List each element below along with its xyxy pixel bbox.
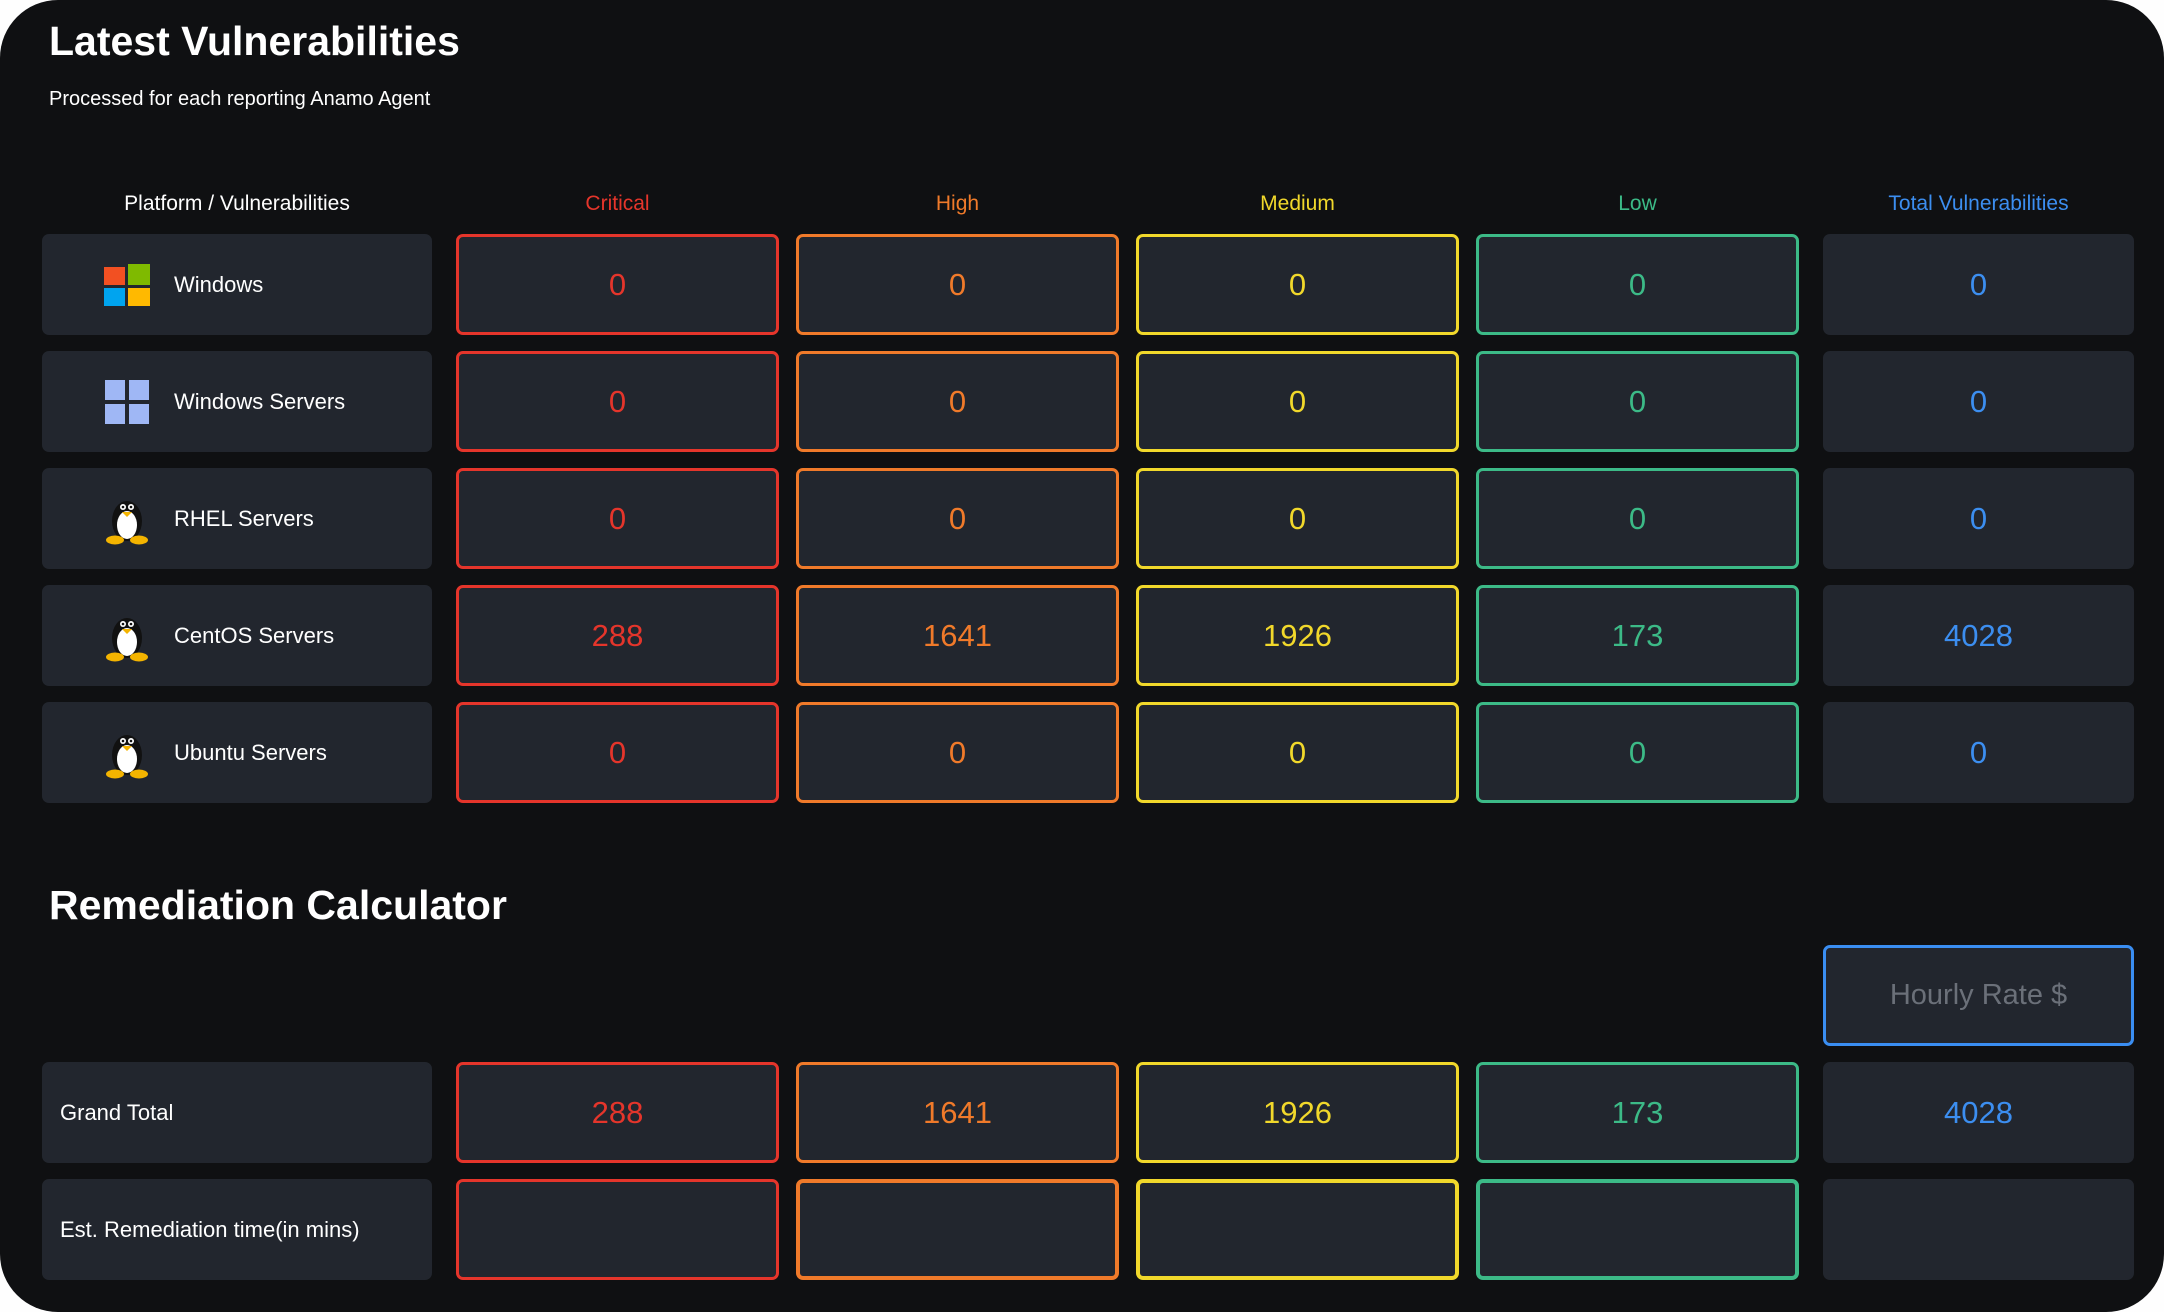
platform-windows: Windows xyxy=(42,234,432,335)
medium-count: 0 xyxy=(1136,234,1459,335)
windows-server-icon xyxy=(99,374,155,430)
grand-total-critical: 288 xyxy=(456,1062,779,1163)
grand-total-low: 173 xyxy=(1476,1062,1799,1163)
critical-count: 0 xyxy=(456,351,779,452)
low-count: 0 xyxy=(1476,234,1799,335)
medium-count: 0 xyxy=(1136,351,1459,452)
remediation-time-low xyxy=(1476,1179,1799,1280)
low-count: 173 xyxy=(1476,585,1799,686)
critical-count: 0 xyxy=(456,234,779,335)
hourly-rate-input[interactable] xyxy=(1823,945,2134,1046)
grand-total-medium: 1926 xyxy=(1136,1062,1459,1163)
total-count: 0 xyxy=(1823,468,2134,569)
remediation-time-critical xyxy=(456,1179,779,1280)
high-count: 0 xyxy=(796,468,1119,569)
platform-rhel-servers: RHEL Servers xyxy=(42,468,432,569)
linux-penguin-icon xyxy=(99,491,155,547)
platform-centos-servers: CentOS Servers xyxy=(42,585,432,686)
high-count: 0 xyxy=(796,702,1119,803)
platform-ubuntu-servers: Ubuntu Servers xyxy=(42,702,432,803)
remediation-time-label: Est. Remediation time(in mins) xyxy=(42,1179,432,1280)
platform-label: Windows xyxy=(174,271,264,297)
total-count: 0 xyxy=(1823,234,2134,335)
critical-count: 288 xyxy=(456,585,779,686)
remediation-time-medium xyxy=(1136,1179,1459,1280)
page-title: Latest Vulnerabilities xyxy=(49,18,460,64)
remediation-time-total xyxy=(1823,1179,2134,1280)
column-header-low: Low xyxy=(1618,192,1657,215)
low-count: 0 xyxy=(1476,351,1799,452)
platform-label: Ubuntu Servers xyxy=(174,739,327,765)
linux-penguin-icon xyxy=(99,608,155,664)
column-header-medium: Medium xyxy=(1260,192,1335,215)
grand-total-label: Grand Total xyxy=(42,1062,432,1163)
medium-count: 0 xyxy=(1136,468,1459,569)
page-subtitle: Processed for each reporting Anamo Agent xyxy=(49,88,431,110)
grand-total-total: 4028 xyxy=(1823,1062,2134,1163)
critical-count: 0 xyxy=(456,702,779,803)
low-count: 0 xyxy=(1476,468,1799,569)
vulnerabilities-panel: Latest Vulnerabilities Processed for eac… xyxy=(0,0,2164,1312)
grand-total-high: 1641 xyxy=(796,1062,1119,1163)
column-header-critical: Critical xyxy=(585,192,650,215)
column-header-platform: Platform / Vulnerabilities xyxy=(124,192,350,215)
total-count: 0 xyxy=(1823,702,2134,803)
column-header-total: Total Vulnerabilities xyxy=(1888,192,2069,215)
critical-count: 0 xyxy=(456,468,779,569)
total-count: 4028 xyxy=(1823,585,2134,686)
total-count: 0 xyxy=(1823,351,2134,452)
platform-label: CentOS Servers xyxy=(174,622,335,648)
medium-count: 1926 xyxy=(1136,585,1459,686)
platform-windows-servers: Windows Servers xyxy=(42,351,432,452)
windows-logo-icon xyxy=(99,257,155,313)
high-count: 0 xyxy=(796,234,1119,335)
linux-penguin-icon xyxy=(99,725,155,781)
low-count: 0 xyxy=(1476,702,1799,803)
high-count: 0 xyxy=(796,351,1119,452)
platform-label: RHEL Servers xyxy=(174,505,314,531)
high-count: 1641 xyxy=(796,585,1119,686)
medium-count: 0 xyxy=(1136,702,1459,803)
calculator-title: Remediation Calculator xyxy=(49,882,507,928)
platform-label: Windows Servers xyxy=(174,388,346,414)
remediation-time-high xyxy=(796,1179,1119,1280)
column-header-high: High xyxy=(935,192,980,215)
